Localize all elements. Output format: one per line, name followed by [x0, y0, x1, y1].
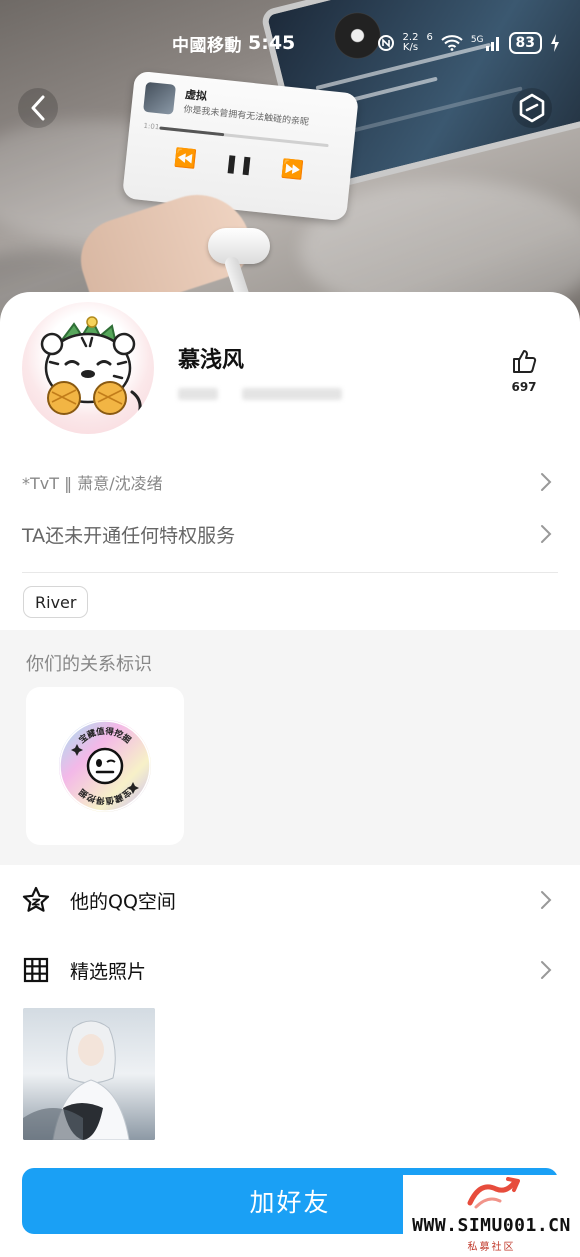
song-time: 1:01: [143, 121, 160, 132]
chevron-right-icon: [541, 473, 552, 491]
treasure-badge-icon: 宝藏值得挖掘 宝藏值得挖掘: [59, 720, 151, 812]
status-icons: 2.2 K/s 6 5G 83: [377, 32, 560, 54]
nfc-icon: [377, 35, 394, 51]
nickname: 慕浅风: [178, 347, 245, 373]
signature-row[interactable]: *TvT ‖ 萧意/沈凌绪: [22, 462, 552, 502]
divider: [22, 572, 558, 573]
relation-section: 你们的关系标识 宝藏值得挖掘 宝藏值得挖掘: [0, 630, 580, 865]
battery-level: 83: [508, 32, 542, 54]
blurred-id: [242, 388, 342, 400]
like-count: 697: [511, 380, 537, 394]
relation-title: 你们的关系标识: [26, 654, 152, 675]
network-speed-unit: K/s: [402, 42, 419, 53]
grid-icon: [23, 957, 49, 983]
chevron-right-icon: [541, 891, 552, 909]
watermark-subtitle: 私募社区: [467, 1242, 516, 1253]
featured-photos-row[interactable]: 精选照片: [22, 948, 552, 992]
profile-sheet: 慕浅风 697 *TvT ‖ 萧意/沈凌绪 TA还未开通任何特权服务 River…: [0, 292, 580, 1257]
like-button[interactable]: 697: [506, 348, 542, 394]
signal-label: 5G: [470, 35, 484, 45]
earbud: [208, 228, 270, 264]
pause-icon: ❚❚: [222, 152, 256, 177]
album-art: [143, 81, 177, 115]
relation-badge-card[interactable]: 宝藏值得挖掘 宝藏值得挖掘: [26, 687, 184, 845]
status-bar: 中國移動 5:45 2.2 K/s 6 5G 83: [172, 28, 560, 58]
rewind-icon: ⏪: [173, 147, 198, 171]
back-button[interactable]: [18, 88, 58, 128]
status-time: 5:45: [248, 32, 296, 54]
network-speed: 2.2 K/s: [403, 33, 419, 53]
carrier-name: 中國移動: [172, 35, 242, 56]
signal-5g: 5G: [471, 35, 501, 51]
watermark: WWW.SIMU001.CN 私募社区: [403, 1175, 580, 1257]
privilege-text: TA还未开通任何特权服务: [22, 524, 236, 547]
signature-text: *TvT ‖ 萧意/沈凌绪: [22, 474, 163, 493]
progress-fill: [159, 126, 224, 137]
charging-icon: [551, 34, 559, 52]
profile-tag[interactable]: River: [23, 586, 89, 618]
progress-bar: [159, 126, 329, 148]
watermark-logo-icon: [467, 1177, 520, 1209]
chevron-right-icon: [541, 961, 552, 979]
featured-photos-label: 精选照片: [70, 960, 147, 983]
avatar[interactable]: [22, 302, 154, 434]
more-button[interactable]: [512, 88, 552, 128]
signal-bars-icon: [485, 37, 499, 51]
music-widget: 虚拟 你是我未曾拥有无法触碰的亲昵 1:01 ⏪ ❚❚ ⏩: [121, 70, 360, 222]
wifi-icon: [441, 35, 463, 51]
tiger-avatar-illustration: [40, 316, 142, 424]
chevron-right-icon: [541, 525, 552, 543]
blurred-id: [178, 388, 218, 400]
watermark-url: WWW.SIMU001.CN: [412, 1215, 571, 1236]
back-arrow-icon: [31, 95, 45, 121]
song-lyric: 你是我未曾拥有无法触碰的亲昵: [182, 104, 310, 128]
music-controls: ⏪ ❚❚ ⏩: [173, 147, 304, 181]
qzone-label: 他的QQ空间: [70, 890, 176, 913]
fast-forward-icon: ⏩: [280, 158, 305, 182]
star-icon: [22, 886, 50, 912]
hexagon-menu-icon: [519, 93, 545, 123]
anime-character-illustration: [23, 1008, 155, 1140]
privilege-row[interactable]: TA还未开通任何特权服务: [22, 514, 552, 554]
qzone-row[interactable]: 他的QQ空间: [22, 878, 552, 922]
thumbs-up-icon: [513, 350, 537, 373]
featured-photo-thumbnail[interactable]: [23, 1008, 155, 1140]
sim-number: 6: [426, 32, 433, 43]
